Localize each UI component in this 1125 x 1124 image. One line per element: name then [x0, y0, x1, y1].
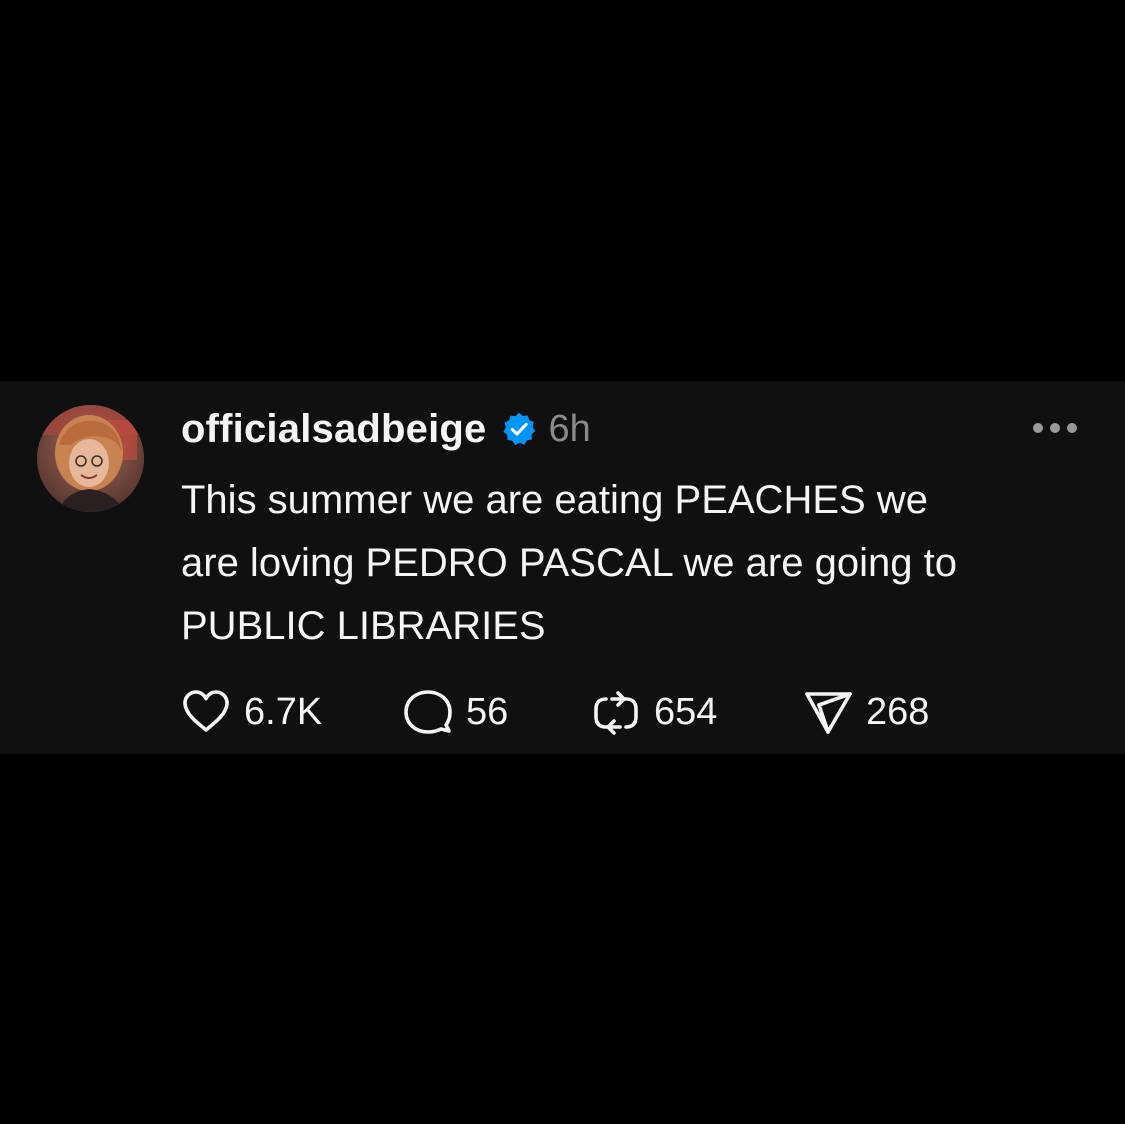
page: officialsadbeige 6h This summer we are e… — [0, 0, 1125, 1124]
reply-count: 56 — [466, 690, 509, 733]
repost-icon — [590, 687, 642, 737]
like-count: 6.7K — [244, 690, 323, 733]
post-actions: 6.7K 56 654 268 — [180, 687, 962, 737]
more-options-button[interactable] — [1033, 417, 1077, 439]
username[interactable]: officialsadbeige — [181, 407, 487, 452]
more-dot — [1050, 423, 1060, 433]
more-dot — [1067, 423, 1077, 433]
reply-button[interactable]: 56 — [402, 687, 590, 737]
repost-button[interactable]: 654 — [590, 687, 802, 737]
heart-icon — [180, 687, 232, 737]
comment-bubble-icon — [402, 687, 454, 737]
post-text-line: This summer we are eating PEACHES we — [181, 478, 928, 522]
post-text-line: are loving PEDRO PASCAL we are going to — [181, 541, 957, 585]
share-button[interactable]: 268 — [802, 687, 962, 737]
post-text-line: PUBLIC LIBRARIES — [181, 604, 546, 648]
verified-badge-icon — [501, 411, 537, 447]
share-count: 268 — [866, 690, 930, 733]
send-icon — [802, 687, 854, 737]
avatar[interactable] — [37, 405, 144, 512]
post-card[interactable]: officialsadbeige 6h This summer we are e… — [0, 381, 1125, 754]
post-header: officialsadbeige 6h — [181, 403, 591, 455]
like-button[interactable]: 6.7K — [180, 687, 402, 737]
repost-count: 654 — [654, 690, 718, 733]
post-text: This summer we are eating PEACHES we are… — [181, 469, 1081, 658]
more-horizontal-icon — [1033, 423, 1043, 433]
avatar-image — [37, 405, 144, 512]
timestamp: 6h — [548, 407, 591, 450]
